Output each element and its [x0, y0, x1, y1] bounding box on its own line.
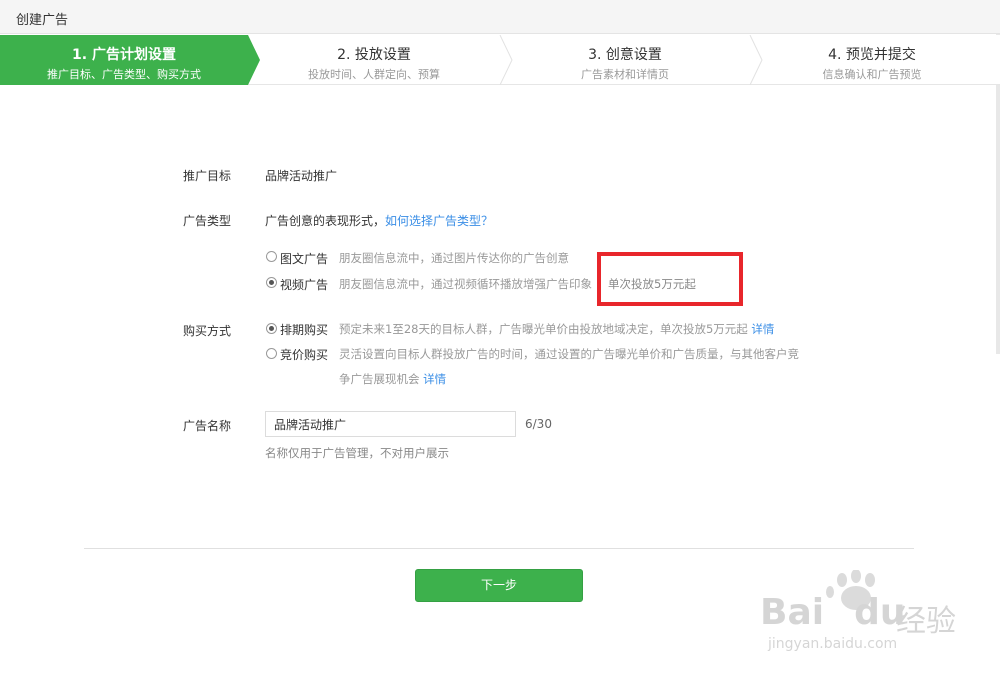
ad-type-hint-text: 广告创意的表现形式， — [265, 214, 386, 228]
watermark-url: jingyan.baidu.com — [768, 636, 898, 652]
ad-type-label: 广告类型 — [183, 214, 232, 228]
ad-type-video-desc: 朋友圈信息流中，通过视频循环播放增强广告印象 — [339, 277, 592, 291]
baidu-jingyan-watermark: Bai du 经验 jingyan.baidu.com — [760, 570, 960, 670]
step-wizard: 1. 广告计划设置 推广目标、广告类型、购买方式 2. 投放设置 投放时间、人群… — [0, 35, 1000, 85]
ad-type-image-label[interactable]: 图文广告 — [280, 250, 328, 267]
next-step-button[interactable]: 下一步 — [415, 569, 583, 602]
purchase-bid-desc2-text: 争广告展现机会 — [339, 372, 420, 386]
purchase-schedule-label[interactable]: 排期购买 — [280, 321, 328, 338]
step-1[interactable]: 1. 广告计划设置 推广目标、广告类型、购买方式 — [0, 35, 248, 85]
ad-type-image-desc: 朋友圈信息流中，通过图片传达你的广告创意 — [339, 251, 569, 265]
watermark-brand-latin-a: Bai — [760, 592, 825, 633]
watermark-brand-cn: 经验 — [896, 604, 956, 639]
ad-type-video-label[interactable]: 视频广告 — [280, 276, 328, 293]
page-title: 创建广告 — [16, 13, 69, 28]
step-4-title: 4. 预览并提交 — [828, 47, 916, 63]
ad-name-input[interactable] — [265, 411, 516, 437]
purchase-bid-radio[interactable] — [266, 348, 277, 359]
step-1-title: 1. 广告计划设置 — [72, 47, 176, 63]
step-3[interactable]: 3. 创意设置 广告素材和详情页 — [500, 35, 750, 85]
ad-name-label: 广告名称 — [183, 419, 232, 433]
purchase-label: 购买方式 — [183, 324, 232, 338]
purchase-bid-desc-line2: 争广告展现机会 详情 — [339, 371, 446, 387]
step-4[interactable]: 4. 预览并提交 信息确认和广告预览 — [750, 35, 994, 85]
highlight-annotation-box — [597, 252, 743, 306]
ad-type-hint: 广告创意的表现形式，如何选择广告类型？ — [265, 212, 493, 229]
purchase-bid-label[interactable]: 竞价购买 — [280, 346, 328, 363]
target-label: 推广目标 — [183, 169, 232, 183]
step-4-subtitle: 信息确认和广告预览 — [822, 68, 922, 81]
purchase-bid-desc: 灵活设置向目标人群投放广告的时间，通过设置的广告曝光单价和广告质量，与其他客户竞 — [339, 347, 799, 361]
target-value: 品牌活动推广 — [265, 169, 338, 183]
purchase-schedule-desc: 预定未来1至28天的目标人群，广告曝光单价由投放地域决定，单次投放5万元起 详情 — [339, 321, 774, 337]
ad-type-video-radio[interactable] — [266, 277, 277, 288]
step-2-subtitle: 投放时间、人群定向、预算 — [308, 68, 440, 81]
purchase-schedule-details-link[interactable]: 详情 — [751, 322, 774, 336]
step-3-title: 3. 创意设置 — [588, 47, 662, 63]
step-3-subtitle: 广告素材和详情页 — [581, 68, 669, 81]
step-2-title: 2. 投放设置 — [337, 47, 411, 63]
purchase-schedule-radio[interactable] — [266, 323, 277, 334]
ad-type-help-link[interactable]: 如何选择广告类型？ — [385, 214, 493, 228]
ad-name-counter: 6/30 — [525, 417, 552, 431]
step-1-subtitle: 推广目标、广告类型、购买方式 — [47, 68, 201, 81]
step-2[interactable]: 2. 投放设置 投放时间、人群定向、预算 — [248, 35, 500, 85]
purchase-bid-details-link[interactable]: 详情 — [423, 372, 446, 386]
ad-type-image-radio[interactable] — [266, 251, 277, 262]
ad-name-hint: 名称仅用于广告管理，不对用户展示 — [265, 446, 449, 460]
top-bar: 创建广告 — [0, 0, 1000, 34]
purchase-schedule-desc-text: 预定未来1至28天的目标人群，广告曝光单价由投放地域决定，单次投放5万元起 — [339, 322, 748, 336]
footer-divider — [84, 548, 914, 549]
watermark-brand-latin: Bai du — [760, 592, 905, 633]
